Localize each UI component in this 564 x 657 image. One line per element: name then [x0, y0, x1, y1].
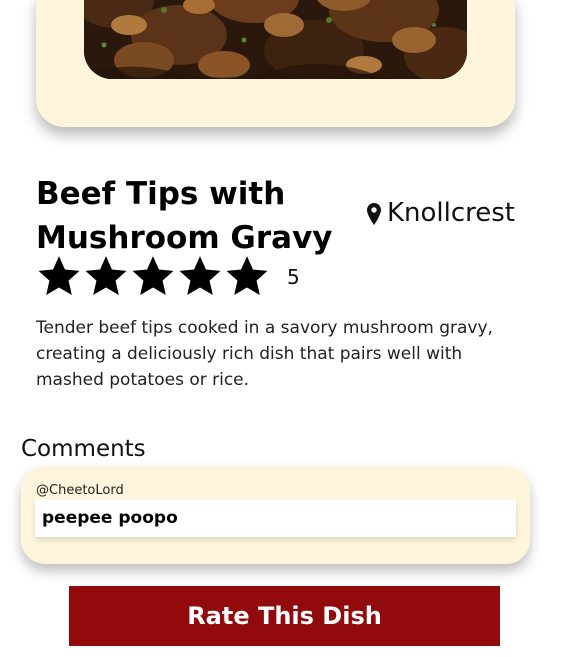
star-icon — [224, 255, 270, 299]
star-rating: 5 — [36, 255, 300, 299]
rate-dish-button[interactable]: Rate This Dish — [69, 586, 500, 646]
dish-title: Beef Tips with Mushroom Gravy — [36, 176, 333, 256]
dish-photo — [84, 0, 467, 79]
dish-location: Knollcrest — [366, 198, 515, 228]
comment-username[interactable]: @CheetoLord — [36, 483, 124, 498]
star-icon — [130, 255, 176, 299]
comments-heading: Comments — [21, 436, 146, 462]
rating-value: 5 — [287, 265, 300, 289]
dish-description: Tender beef tips cooked in a savory mush… — [36, 318, 493, 390]
star-icon — [83, 255, 129, 299]
comment-card: @CheetoLord peepee poopo — [21, 466, 530, 564]
location-label: Knollcrest — [386, 198, 515, 228]
comment-text: peepee poopo — [35, 499, 516, 537]
star-icon — [177, 255, 223, 299]
map-pin-icon — [366, 202, 381, 225]
star-icon — [36, 255, 82, 299]
dish-image-card — [36, 0, 515, 127]
